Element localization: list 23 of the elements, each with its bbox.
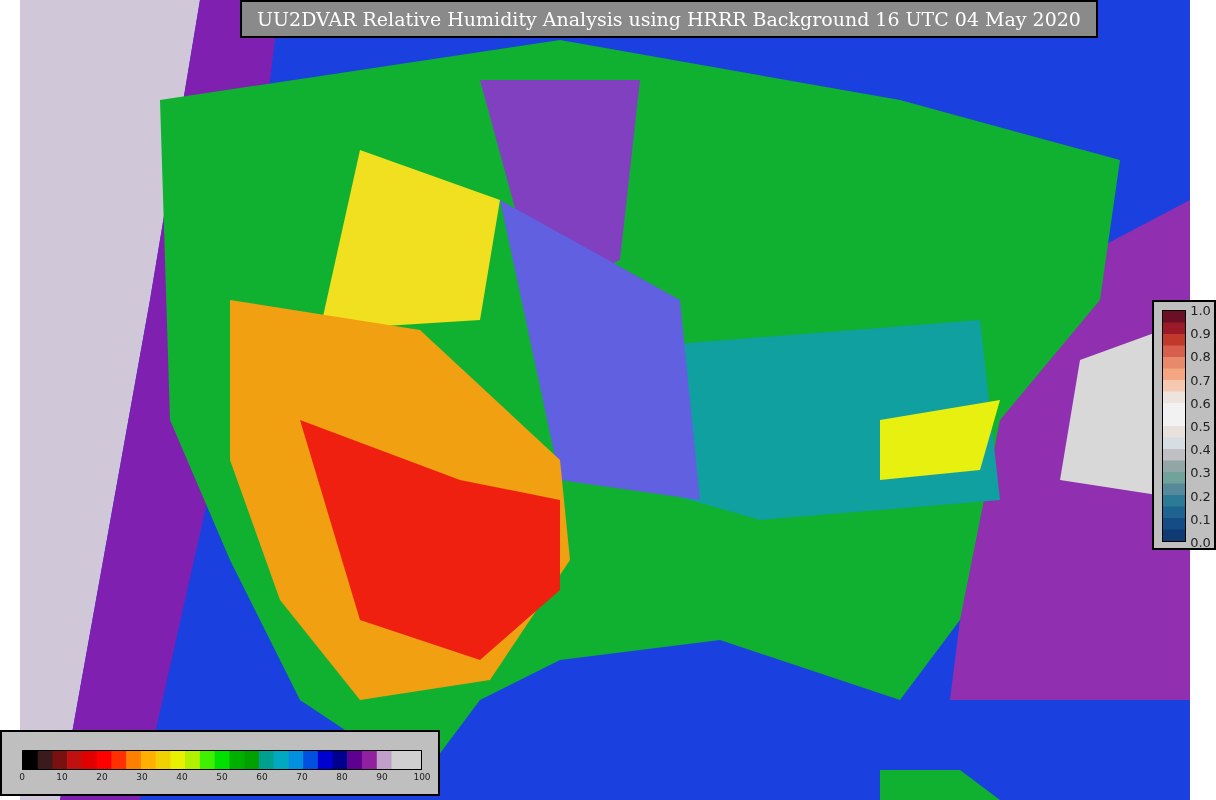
tick-label: 0.7	[1190, 372, 1211, 388]
tick-label: 0.3	[1190, 464, 1211, 480]
tick-label: 1.0	[1190, 302, 1211, 318]
tick-label: 10	[56, 772, 68, 782]
tick-label: 0.1	[1190, 511, 1211, 527]
tick-label: 0	[19, 772, 25, 782]
tick-label: 80	[336, 772, 348, 782]
tick-label: 0.0	[1190, 534, 1211, 550]
tick-label: 40	[176, 772, 188, 782]
tick-label: 0.4	[1190, 441, 1211, 457]
map-title: UU2DVAR Relative Humidity Analysis using HRRR Background 16 UTC 04 May 2020	[240, 0, 1098, 38]
tick-label: 60	[256, 772, 268, 782]
tick-label: 0.9	[1190, 325, 1211, 341]
tick-label: 30	[136, 772, 148, 782]
tick-label: 90	[376, 772, 388, 782]
tick-label: 50	[216, 772, 228, 782]
tick-label: 0.2	[1190, 488, 1211, 504]
tick-label: 0.6	[1190, 395, 1211, 411]
tick-label: 0.8	[1190, 348, 1211, 364]
tick-label: 70	[296, 772, 308, 782]
tick-label: 20	[96, 772, 108, 782]
tick-label: 0.5	[1190, 418, 1211, 434]
tick-label: 100	[413, 772, 431, 782]
